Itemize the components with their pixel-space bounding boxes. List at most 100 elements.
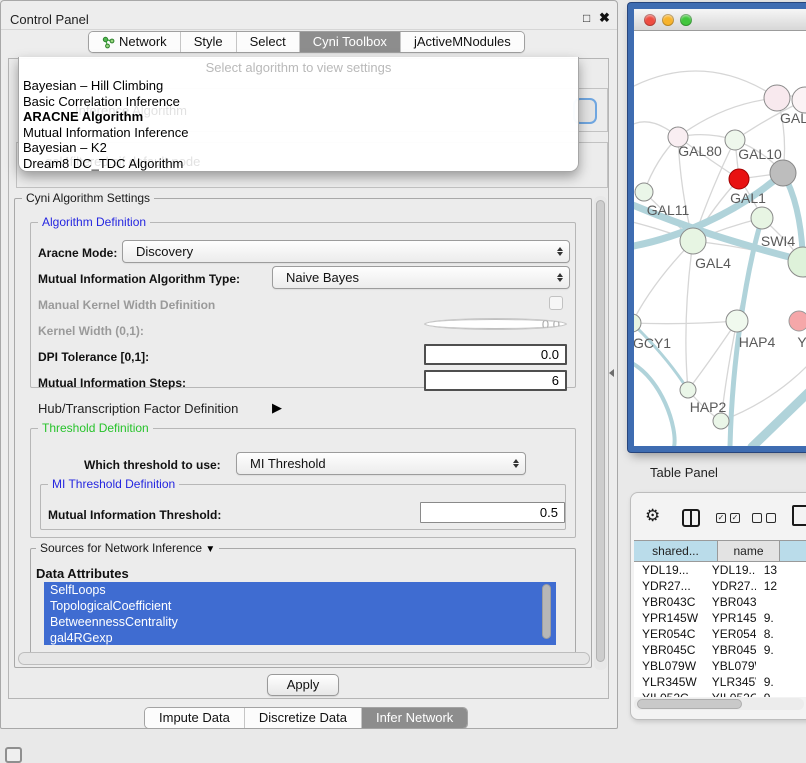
- network-edge[interactable]: [688, 321, 737, 390]
- attribute-item-selected[interactable]: SelfLoops: [44, 582, 556, 598]
- table-row[interactable]: YPR145WYPR145W9.: [634, 610, 806, 626]
- network-node[interactable]: [789, 311, 806, 331]
- attribute-items: SelfLoopsTopologicalCoefficientBetweenne…: [44, 582, 556, 645]
- aracne-mode-select[interactable]: Discovery: [122, 240, 570, 263]
- splitter-collapse-icon[interactable]: [609, 369, 614, 377]
- network-node[interactable]: [680, 228, 706, 254]
- algorithm-option[interactable]: Mutual Information Inference: [21, 125, 576, 141]
- network-node[interactable]: [635, 183, 653, 201]
- float-panel-icon[interactable]: □: [583, 11, 590, 25]
- table-row[interactable]: YER054CYER054C8.: [634, 626, 806, 642]
- table-row[interactable]: YBR045CYBR045C9.: [634, 642, 806, 658]
- network-node[interactable]: [751, 207, 773, 229]
- algorithm-option[interactable]: Basic Correlation Inference: [21, 94, 576, 110]
- network-edge[interactable]: [678, 98, 777, 137]
- algorithm-definition-title: Algorithm Definition: [38, 216, 150, 228]
- close-traffic-light[interactable]: [644, 14, 656, 26]
- table-row[interactable]: YBL079WYBL079W: [634, 658, 806, 674]
- table-cell: 9.: [756, 610, 806, 626]
- sources-group-title[interactable]: Sources for Network Inference ▼: [36, 542, 219, 556]
- tab-impute-data[interactable]: Impute Data: [145, 708, 244, 728]
- dpi-tolerance-input[interactable]: [424, 344, 567, 365]
- hub-definition-label[interactable]: Hub/Transcription Factor Definition: [38, 401, 238, 416]
- data-attributes-list[interactable]: SelfLoopsTopologicalCoefficientBetweenne…: [44, 582, 556, 645]
- network-node[interactable]: [713, 413, 729, 429]
- table-column-header[interactable]: shared...: [634, 541, 718, 561]
- tab-style[interactable]: Style: [180, 32, 236, 52]
- gear-icon[interactable]: ⚙: [645, 506, 660, 526]
- algorithm-option[interactable]: Bayesian – Hill Climbing: [21, 78, 576, 94]
- tab-network-label: Network: [119, 32, 167, 52]
- node-label: GAL1: [730, 190, 766, 206]
- mi-steps-input[interactable]: [424, 370, 567, 391]
- network-node[interactable]: [788, 247, 806, 277]
- algorithm-option[interactable]: Dream8 DC_TDC Algorithm: [21, 156, 576, 172]
- algorithm-option[interactable]: ARACNE Algorithm: [21, 109, 576, 125]
- attribute-item-selected[interactable]: TopologicalCoefficient: [44, 598, 556, 614]
- table-row[interactable]: YDR27...YDR27...12: [634, 578, 806, 594]
- tab-cyni-toolbox[interactable]: Cyni Toolbox: [299, 32, 400, 52]
- network-edge[interactable]: [752, 389, 806, 446]
- table-row[interactable]: YBR043CYBR043C: [634, 594, 806, 610]
- table-panel-title: Table Panel: [650, 465, 718, 480]
- deselect-all-checkboxes-icon[interactable]: [752, 513, 776, 523]
- network-edge[interactable]: [634, 241, 693, 323]
- network-node[interactable]: [726, 310, 748, 332]
- table-cell: YPR145W: [634, 610, 704, 626]
- aracne-mode-value: Discovery: [123, 244, 551, 259]
- attribute-item-selected[interactable]: BetweennessCentrality: [44, 614, 556, 630]
- apply-button[interactable]: Apply: [267, 674, 339, 696]
- close-panel-icon[interactable]: ✖: [599, 10, 610, 26]
- algorithm-option[interactable]: Bayesian – K2: [21, 140, 576, 156]
- panel-document-icon[interactable]: [792, 505, 806, 526]
- network-edge[interactable]: [634, 71, 777, 98]
- tab-discretize-data[interactable]: Discretize Data: [244, 708, 361, 728]
- table-cell: YBR043C: [704, 594, 756, 610]
- table-column-header[interactable]: [780, 541, 806, 561]
- which-threshold-select[interactable]: MI Threshold: [236, 452, 526, 475]
- docked-panel-icon[interactable]: [5, 747, 22, 763]
- network-view-window: GALGAL80GAL10GAL1GAL11SWI4GAL4GCY1HAP4YH…: [628, 3, 806, 452]
- tab-select[interactable]: Select: [236, 32, 299, 52]
- network-node[interactable]: [680, 382, 696, 398]
- table-horizontal-scrollbar-thumb[interactable]: [637, 699, 742, 709]
- unchecked-box-icon: [752, 513, 762, 523]
- network-edge[interactable]: [634, 323, 688, 390]
- expand-right-icon[interactable]: ▶: [272, 400, 282, 416]
- kernel-width-input[interactable]: [424, 318, 567, 330]
- mi-threshold-definition-title: MI Threshold Definition: [48, 478, 179, 490]
- checked-box-icon: ✓: [730, 513, 740, 523]
- select-all-checkboxes-icon[interactable]: ✓ ✓: [716, 513, 740, 523]
- manual-kernel-width-checkbox[interactable]: [549, 296, 563, 310]
- zoom-traffic-light[interactable]: [680, 14, 692, 26]
- table-cell: [756, 594, 806, 610]
- titlebar-divider: [1, 29, 617, 30]
- column-layout-icon[interactable]: [682, 509, 700, 527]
- table-row[interactable]: YDL19...YDL19...13: [634, 562, 806, 578]
- list-scrollbar-thumb[interactable]: [542, 584, 551, 639]
- algorithm-options-list: Bayesian – Hill ClimbingBasic Correlatio…: [21, 78, 576, 171]
- table-cell: YER054C: [704, 626, 756, 642]
- table-row[interactable]: YIL052CYIL052C9: [634, 690, 806, 697]
- table-column-header[interactable]: name: [718, 541, 780, 561]
- network-canvas[interactable]: GALGAL80GAL10GAL1GAL11SWI4GAL4GCY1HAP4YH…: [634, 31, 806, 446]
- minimize-traffic-light[interactable]: [662, 14, 674, 26]
- dropdown-placeholder: Select algorithm to view settings: [19, 60, 578, 75]
- network-node[interactable]: [729, 169, 749, 189]
- tab-infer-network[interactable]: Infer Network: [361, 708, 467, 728]
- network-edge[interactable]: [634, 361, 675, 446]
- table-cell: YBL079W: [704, 658, 756, 674]
- settings-horizontal-scrollbar-thumb[interactable]: [18, 652, 590, 665]
- tab-network[interactable]: Network: [89, 32, 180, 52]
- attribute-item-selected[interactable]: gal4RGexp: [44, 630, 556, 645]
- network-window-titlebar[interactable]: [634, 9, 806, 31]
- network-node[interactable]: [770, 160, 796, 186]
- tab-jactivemnodules[interactable]: jActiveMNodules: [400, 32, 524, 52]
- network-edge[interactable]: [686, 241, 693, 390]
- collapse-down-icon[interactable]: ▼: [205, 544, 215, 555]
- network-node[interactable]: [764, 85, 790, 111]
- settings-vertical-scrollbar-thumb[interactable]: [596, 200, 605, 662]
- table-row[interactable]: YLR345WYLR345W9.: [634, 674, 806, 690]
- mi-algorithm-type-select[interactable]: Naive Bayes: [272, 266, 570, 289]
- mi-threshold-input[interactable]: [420, 502, 565, 523]
